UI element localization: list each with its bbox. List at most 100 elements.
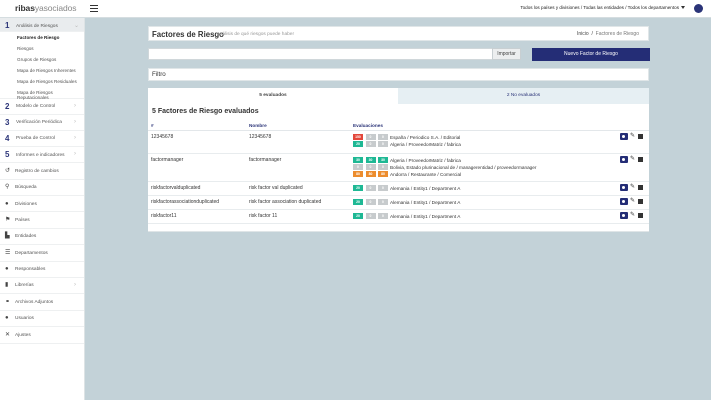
view-eye-icon[interactable]: [620, 133, 628, 140]
table-row: riskfactorassociationduplicated risk fact…: [148, 196, 649, 210]
cell-id: riskfactor11: [151, 213, 177, 219]
score-badge: 20: [353, 185, 363, 191]
score-badge: 0: [365, 185, 376, 191]
edit-pencil-icon[interactable]: ✎: [630, 211, 635, 218]
user-avatar[interactable]: [694, 4, 703, 13]
scope-selector[interactable]: Todos los países y divisiones / Todas la…: [520, 5, 679, 10]
evaluation-entry: 20 0 0 Alemania / Entity1 / Department A: [353, 213, 603, 220]
view-eye-icon[interactable]: [620, 156, 628, 163]
view-eye-icon[interactable]: [620, 198, 628, 205]
sidebar-item-ajustes[interactable]: ✕ Ajustes: [0, 327, 84, 344]
new-risk-factor-button[interactable]: Nuevo Factor de Riesgo: [532, 48, 650, 61]
sidebar-item-label: Responsables: [15, 267, 46, 273]
sidebar-section-informes-indicadores[interactable]: 5 Informes e indicadores ›: [0, 147, 84, 164]
delete-trash-icon[interactable]: [638, 212, 643, 218]
score-badge: 0: [378, 199, 388, 205]
import-button[interactable]: Importar: [492, 48, 521, 60]
sidebar-subitem-grupos-riesgos[interactable]: Grupos de Riesgos: [0, 54, 84, 65]
sidebar-item-busqueda[interactable]: ⚲ Búsqueda: [0, 180, 84, 197]
sidebar-item-paises[interactable]: ⚑ Países: [0, 212, 84, 229]
score-badge: 0: [378, 164, 388, 170]
delete-trash-icon[interactable]: [638, 133, 643, 139]
logo-light-text: yasociados: [34, 3, 77, 13]
sidebar-subitem-factores-riesgo[interactable]: Factores de Riesgo: [0, 32, 84, 43]
chevron-right-icon: ›: [74, 151, 76, 158]
sidebar-subitem-mapa-residuales[interactable]: Mapa de Riesgos Residuales: [0, 76, 84, 87]
globe-icon: ●: [5, 200, 9, 207]
edit-pencil-icon[interactable]: ✎: [630, 197, 635, 204]
section-label: Informes e indicadores: [16, 152, 65, 158]
score-badge: 30: [365, 157, 376, 163]
book-icon: ▮: [5, 282, 9, 289]
sidebar-section-verificacion-periodica[interactable]: 3 Verificación Periódica ›: [0, 115, 84, 131]
edit-pencil-icon[interactable]: ✎: [630, 155, 635, 162]
score-badge: 20: [353, 213, 363, 219]
score-badge: 20: [353, 199, 363, 205]
sidebar-item-label: Ajustes: [15, 332, 31, 338]
column-header-evaluations: Evaluaciones: [353, 123, 383, 128]
evaluation-entry: 150 0 0 España / Periodico S.A. / Editorial: [353, 134, 603, 141]
sidebar-section-modelo-control[interactable]: 2 Modelo de Control ›: [0, 99, 84, 115]
view-eye-icon[interactable]: [620, 184, 628, 191]
sidebar-item-usuarios[interactable]: ● Usuarios: [0, 311, 84, 328]
sidebar-item-departamentos[interactable]: ☰ Departamentos: [0, 245, 84, 262]
cell-name: risk factor val duplicated: [249, 185, 303, 191]
column-header-id[interactable]: #: [151, 123, 154, 128]
cell-name: risk factor association duplicated: [249, 199, 322, 205]
flag-icon: ⚑: [5, 216, 11, 223]
caret-down-icon[interactable]: [681, 6, 685, 9]
cell-id: riskfactorassociationduplicated: [151, 199, 220, 205]
sidebar-subitem-mapa-inherentes[interactable]: Mapa de Riesgos Inherentes: [0, 65, 84, 76]
sidebar-item-label: Búsqueda: [15, 185, 37, 191]
table-row: factormanager factormanager 30 30 30 Algeria …: [148, 154, 649, 182]
delete-trash-icon[interactable]: [638, 198, 643, 204]
sidebar-section-prueba-control[interactable]: 4 Prueba de Control ›: [0, 131, 84, 148]
view-eye-icon[interactable]: [620, 212, 628, 219]
row-actions: ✎: [620, 212, 646, 219]
sidebar-item-responsables[interactable]: ● Responsables: [0, 262, 84, 278]
sidebar-item-librerias[interactable]: ▮ Librerías ›: [0, 278, 84, 295]
evaluation-scope-text: España / Periodico S.A. / Editorial: [390, 134, 461, 140]
edit-pencil-icon[interactable]: ✎: [630, 132, 635, 139]
top-bar: ribasyasociados Todos los países y divis…: [0, 0, 711, 18]
sidebar-item-registro-cambios[interactable]: ↺ Registro de cambios: [0, 163, 84, 180]
table-row: riskfactor11 risk factor 11 20 0 0 Alemania /…: [148, 210, 649, 224]
sidebar-item-entidades[interactable]: ▙ Entidades: [0, 229, 84, 246]
sidebar-section-analisis-riesgos[interactable]: 1 Análisis de Riesgos ⌄: [0, 18, 84, 32]
cell-id: riskfactorvalduplicated: [151, 185, 201, 191]
search-input[interactable]: [148, 48, 520, 60]
sidebar-item-divisiones[interactable]: ● Divisiones: [0, 196, 84, 213]
tab-not-evaluated[interactable]: 2 No evaluados: [398, 88, 649, 104]
score-badge: 0: [365, 134, 376, 140]
sidebar-item-label: Archivos Adjuntos: [15, 299, 54, 305]
delete-trash-icon[interactable]: [638, 156, 643, 162]
list-icon: ☰: [5, 249, 11, 256]
edit-pencil-icon[interactable]: ✎: [630, 183, 635, 190]
score-badge: 0: [365, 199, 376, 205]
search-icon: ⚲: [5, 184, 10, 191]
breadcrumb-home[interactable]: Inicio: [577, 31, 589, 37]
delete-trash-icon[interactable]: [638, 184, 643, 190]
section-label: Verificación Periódica: [16, 120, 62, 126]
tab-evaluated[interactable]: 5 evaluados: [148, 88, 398, 104]
hamburger-menu-icon[interactable]: [90, 5, 98, 12]
tabs: 5 evaluados 2 No evaluados: [148, 88, 649, 104]
score-badge: 30: [353, 157, 363, 163]
sidebar-item-archivos-adjuntos[interactable]: ⚭ Archivos Adjuntos: [0, 294, 84, 311]
score-badge: 0: [378, 185, 388, 191]
section-number: 2: [5, 101, 10, 111]
wrench-icon: ✕: [5, 331, 11, 338]
evaluation-scope-text: Alemania / Entity1 / Department A: [390, 213, 461, 219]
app-logo[interactable]: ribasyasociados: [15, 3, 76, 13]
filter-panel-header[interactable]: Filtro: [148, 68, 649, 81]
score-badge: 0: [365, 164, 376, 170]
sidebar-subitem-mapa-reputacionales[interactable]: Mapa de Riesgos Reputacionales: [0, 87, 84, 100]
score-badge: 80: [378, 171, 388, 177]
row-actions: ✎: [620, 184, 646, 191]
sidebar-item-label: Entidades: [15, 234, 37, 240]
sidebar-subitem-riesgos[interactable]: Riesgos: [0, 43, 84, 54]
sidebar: 1 Análisis de Riesgos ⌄ Factores de Ries…: [0, 18, 85, 400]
sidebar-item-label: Divisiones: [15, 201, 37, 207]
page-subtitle: análisis de qué riesgos puede haber: [217, 31, 295, 37]
column-header-name[interactable]: Nombre: [249, 123, 267, 128]
